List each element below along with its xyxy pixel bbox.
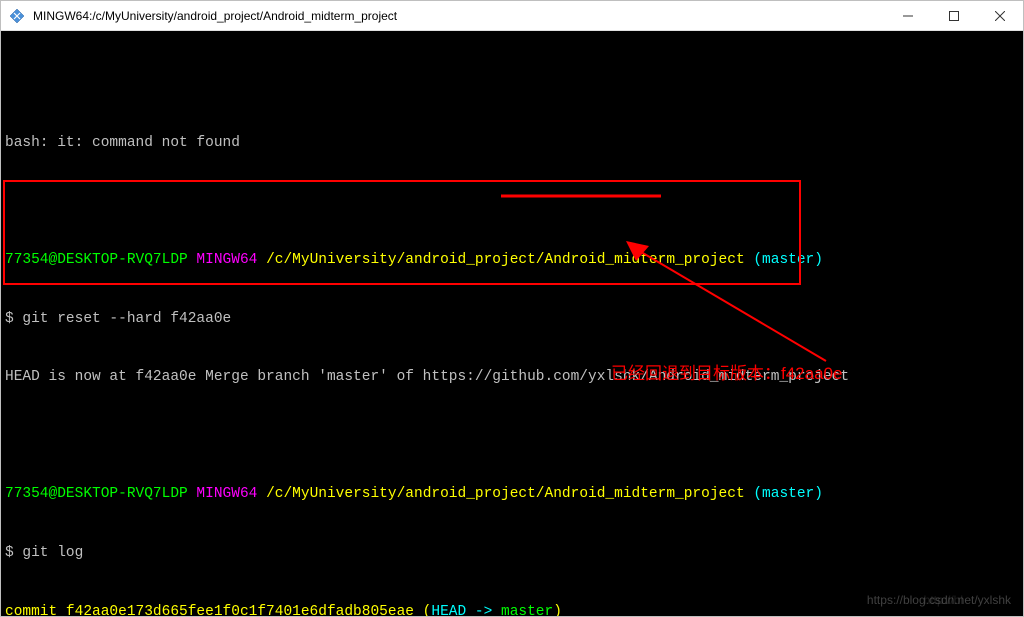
minimize-button[interactable] [885,1,931,31]
prompt-path: /c/MyUniversity/android_project/Android_… [266,252,745,268]
app-icon [9,8,25,24]
reset-output: HEAD is now at f42aa0e Merge branch 'mas… [5,368,1019,388]
watermark: https://blog.csdn.net/yxlshk [867,592,1011,608]
maximize-button[interactable] [931,1,977,31]
branch-ref: master [501,604,553,616]
prompt-user: 77354@DESKTOP-RVQ7LDP [5,252,188,268]
terminal-body[interactable]: bash: it: command not found 77354@DESKTO… [1,31,1023,616]
titlebar: MINGW64:/c/MyUniversity/android_project/… [1,1,1023,31]
terminal-window: MINGW64:/c/MyUniversity/android_project/… [0,0,1024,617]
close-button[interactable] [977,1,1023,31]
prompt-branch: (master) [745,486,823,502]
command-line: $ git log [5,544,1019,564]
prompt-path: /c/MyUniversity/android_project/Android_… [266,486,745,502]
annotation-text: 已经回退到目标版本：f42aa0e [611,363,842,386]
window-title: MINGW64:/c/MyUniversity/android_project/… [33,9,885,23]
prompt-branch: (master) [745,252,823,268]
bash-error: bash: it: command not found [5,134,1019,154]
command-line: $ git reset --hard f42aa0e [5,310,1019,330]
head-ref: HEAD -> [431,604,501,616]
prompt-shell: MINGW64 [188,486,266,502]
window-controls [885,1,1023,31]
commit-hash: commit f42aa0e173d665fee1f0c1f7401e6dfad… [5,604,414,616]
prompt-line: 77354@DESKTOP-RVQ7LDP MINGW64 /c/MyUnive… [5,485,1019,505]
prompt-shell: MINGW64 [188,252,266,268]
prompt-user: 77354@DESKTOP-RVQ7LDP [5,486,188,502]
prompt-line: 77354@DESKTOP-RVQ7LDP MINGW64 /c/MyUnive… [5,251,1019,271]
